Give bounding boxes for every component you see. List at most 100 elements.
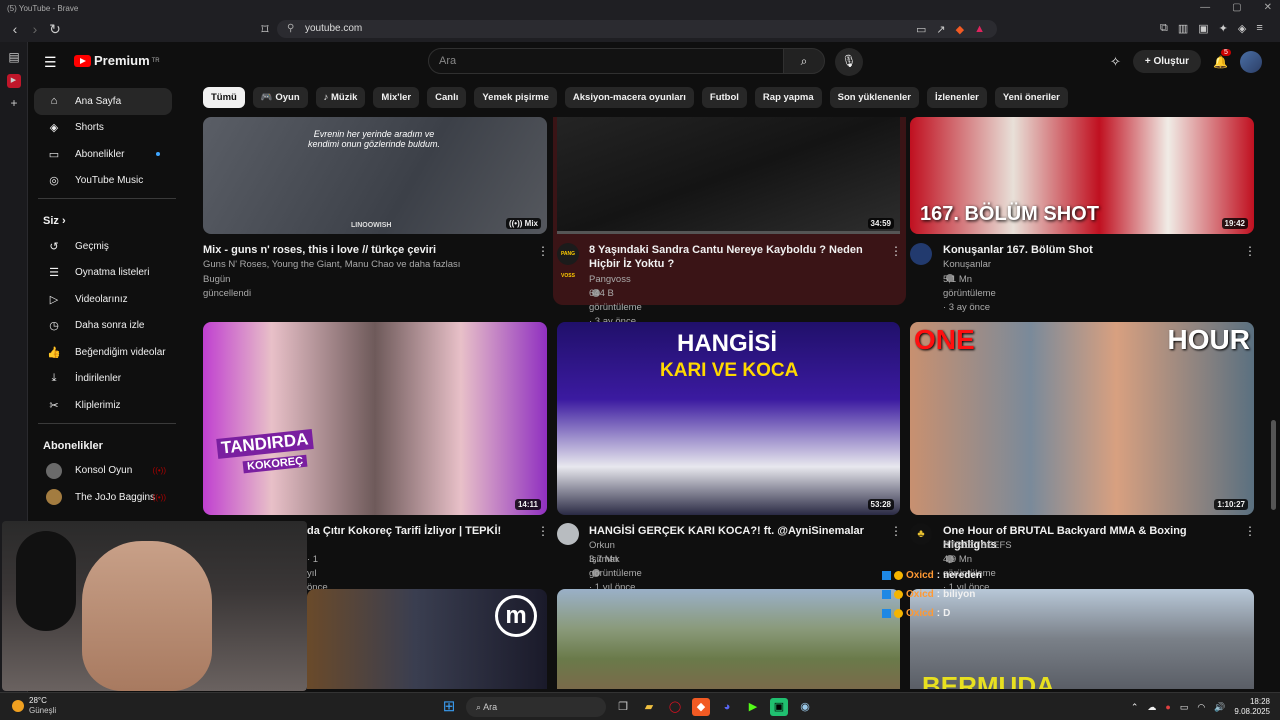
sidebar-item-youtube-music[interactable]: ◎ YouTube Music: [28, 168, 186, 195]
chip-new-to-you[interactable]: Yeni öneriler: [994, 87, 1068, 108]
video-title[interactable]: HANGİSİ GERÇEK KARI KOCA?! ft. @AyniSine…: [589, 524, 879, 538]
scrollbar[interactable]: [1271, 420, 1276, 510]
discord-icon[interactable]: ◕: [718, 698, 736, 716]
chip-action-adventure[interactable]: Aksiyon-macera oyunları: [564, 87, 694, 108]
volume-icon[interactable]: 🔊: [1214, 702, 1225, 713]
video-title[interactable]: Mix - guns n' roses, this i love // türk…: [203, 243, 523, 257]
channel-avatar[interactable]: [910, 243, 932, 265]
sidebar-sub-jojo-baggins[interactable]: The JoJo Baggins ((•)): [28, 484, 186, 511]
minimize-icon[interactable]: —: [1200, 2, 1210, 13]
youtube-logo[interactable]: Premium TR: [74, 53, 160, 68]
forward-icon[interactable]: ›: [25, 21, 45, 37]
taskbar-search[interactable]: ⌕ Ara: [466, 697, 606, 717]
channel-avatar[interactable]: PANG VOSS: [557, 243, 579, 279]
notifications-button[interactable]: 🔔 5: [1213, 48, 1231, 69]
sidebar-item-your-videos[interactable]: ▷ Videolarınız: [28, 286, 186, 313]
clock[interactable]: 18:28 9.08.2025: [1234, 697, 1270, 717]
sidebar-item-history[interactable]: ↺ Geçmiş: [28, 233, 186, 260]
video-thumbnail[interactable]: TANDIRDA KOKOREÇ 14:11: [203, 322, 547, 515]
video-thumbnail[interactable]: ONE HOUR 1:10:27: [910, 322, 1254, 515]
app-icon[interactable]: ▣: [770, 698, 788, 716]
network-icon[interactable]: ▭: [1180, 702, 1189, 713]
sidebar-item-subscriptions[interactable]: ▭ Abonelikler: [28, 141, 186, 168]
wifi-icon[interactable]: ◠: [1197, 702, 1205, 713]
video-title[interactable]: da Çıtır Kokoreç Tarifi İzliyor | TEPKİ!: [307, 524, 527, 538]
video-thumbnail[interactable]: 34:59: [557, 117, 900, 234]
bookmark-icon[interactable]: ⌑: [255, 21, 275, 38]
cast-sparkle-icon[interactable]: ✧: [1110, 54, 1121, 70]
chip-gaming[interactable]: 🎮 Oyun: [252, 87, 308, 108]
video-channel[interactable]: Guns N' Roses, Young the Giant, Manu Cha…: [203, 258, 523, 272]
search-input[interactable]: Ara: [428, 48, 784, 74]
opera-icon[interactable]: ◯: [666, 698, 684, 716]
brave-icon[interactable]: ◆: [692, 698, 710, 716]
voice-search-button[interactable]: 🎙: [835, 48, 863, 76]
kick-icon[interactable]: ▶: [744, 698, 762, 716]
brave-rewards-icon[interactable]: ▲: [974, 23, 985, 36]
youtube-pin-icon[interactable]: ▶: [6, 74, 21, 88]
video-thumbnail[interactable]: Evrenin her yerinde aradım ve kendimi on…: [203, 117, 547, 234]
chip-football[interactable]: Futbol: [701, 87, 747, 108]
video-title[interactable]: Konuşanlar 167. Bölüm Shot: [943, 243, 1233, 257]
sidebar-item-playlists[interactable]: ☰ Oynatma listeleri: [28, 260, 186, 287]
reload-icon[interactable]: ↻: [45, 21, 65, 38]
account-avatar[interactable]: [1240, 50, 1262, 73]
sidebar-item-home[interactable]: ⌂ Ana Sayfa: [34, 88, 172, 115]
sidebar-item-downloads[interactable]: ⤓ İndirilenler: [28, 366, 186, 393]
wallet-icon[interactable]: ▣: [1198, 22, 1208, 35]
chip-rap[interactable]: Rap yapma: [754, 87, 822, 108]
mic-tray-icon[interactable]: ●: [1165, 702, 1170, 712]
more-options-icon[interactable]: ⋮: [537, 524, 549, 538]
more-options-icon[interactable]: ⋮: [1244, 524, 1256, 538]
search-button[interactable]: ⌕: [783, 48, 825, 74]
sidebar-item-clips[interactable]: ✂ Kliplerimiz: [28, 392, 186, 419]
file-explorer-icon[interactable]: ▰: [640, 698, 658, 716]
video-thumbnail[interactable]: 167. BÖLÜM SHOT 19:42: [910, 117, 1254, 234]
add-panel-icon[interactable]: +: [0, 96, 28, 110]
more-options-icon[interactable]: ⋮: [890, 524, 902, 538]
video-title[interactable]: 8 Yaşındaki Sandra Cantu Nereye Kayboldu…: [589, 243, 879, 271]
windows-start-icon[interactable]: ⊞: [440, 698, 458, 716]
video-thumbnail[interactable]: m: [307, 589, 547, 689]
onedrive-icon[interactable]: ☁: [1147, 702, 1156, 713]
chip-watched[interactable]: İzlenenler: [927, 87, 987, 108]
chevron-up-icon[interactable]: ⌃: [1131, 702, 1139, 713]
chip-music[interactable]: ♪ Müzik: [315, 87, 366, 108]
extensions-icon[interactable]: ⧉: [1160, 22, 1168, 35]
leo-ai-icon[interactable]: ✦: [1219, 22, 1228, 35]
cast-icon[interactable]: ▭: [916, 23, 926, 36]
sidebar-item-liked[interactable]: 👍 Beğendiğim videolar: [28, 339, 186, 366]
weather-widget[interactable]: 28°C Güneşli: [12, 696, 56, 716]
menu-icon[interactable]: ≡: [1256, 22, 1262, 35]
chip-all[interactable]: Tümü: [203, 87, 245, 108]
sidebar-item-watch-later[interactable]: ◷ Daha sonra izle: [28, 313, 186, 340]
create-button[interactable]: + Oluştur: [1132, 50, 1202, 73]
channel-avatar[interactable]: ♣: [910, 523, 932, 545]
chip-recently-uploaded[interactable]: Son yüklenenler: [829, 87, 919, 108]
brave-shield-icon[interactable]: ◆: [956, 23, 964, 36]
steam-icon[interactable]: ◉: [796, 698, 814, 716]
sidebar-panel-icon[interactable]: ▤: [0, 50, 28, 64]
chip-live[interactable]: Canlı: [427, 87, 467, 108]
sidebar-sub-konsol-oyun[interactable]: Konsol Oyun ((•)): [28, 458, 186, 485]
maximize-icon[interactable]: ▢: [1232, 2, 1241, 13]
chip-mixes[interactable]: Mix'ler: [373, 87, 420, 108]
close-icon[interactable]: ✕: [1264, 2, 1272, 13]
video-thumbnail[interactable]: [557, 589, 900, 689]
task-view-icon[interactable]: ❐: [614, 698, 632, 716]
chip-cooking[interactable]: Yemek pişirme: [474, 87, 557, 108]
address-bar[interactable]: ⚲ youtube.com ▭ ↗ ◆ ▲: [277, 20, 997, 38]
site-info-icon[interactable]: ⚲: [287, 23, 294, 34]
back-icon[interactable]: ‹: [5, 21, 25, 37]
more-options-icon[interactable]: ⋮: [890, 244, 902, 258]
vpn-icon[interactable]: ◈: [1238, 22, 1246, 35]
hamburger-menu-icon[interactable]: ☰: [44, 54, 57, 71]
you-section-header[interactable]: Siz ›: [28, 205, 186, 233]
more-options-icon[interactable]: ⋮: [1244, 244, 1256, 258]
channel-avatar[interactable]: [557, 523, 579, 545]
sidebar-item-shorts[interactable]: ◈ Shorts: [28, 115, 186, 142]
video-thumbnail[interactable]: HANGİSİ KARI VE KOCA 53:28: [557, 322, 900, 515]
sidebar-toggle-icon[interactable]: ▥: [1178, 22, 1188, 35]
more-options-icon[interactable]: ⋮: [537, 244, 549, 258]
share-icon[interactable]: ↗: [936, 23, 945, 36]
